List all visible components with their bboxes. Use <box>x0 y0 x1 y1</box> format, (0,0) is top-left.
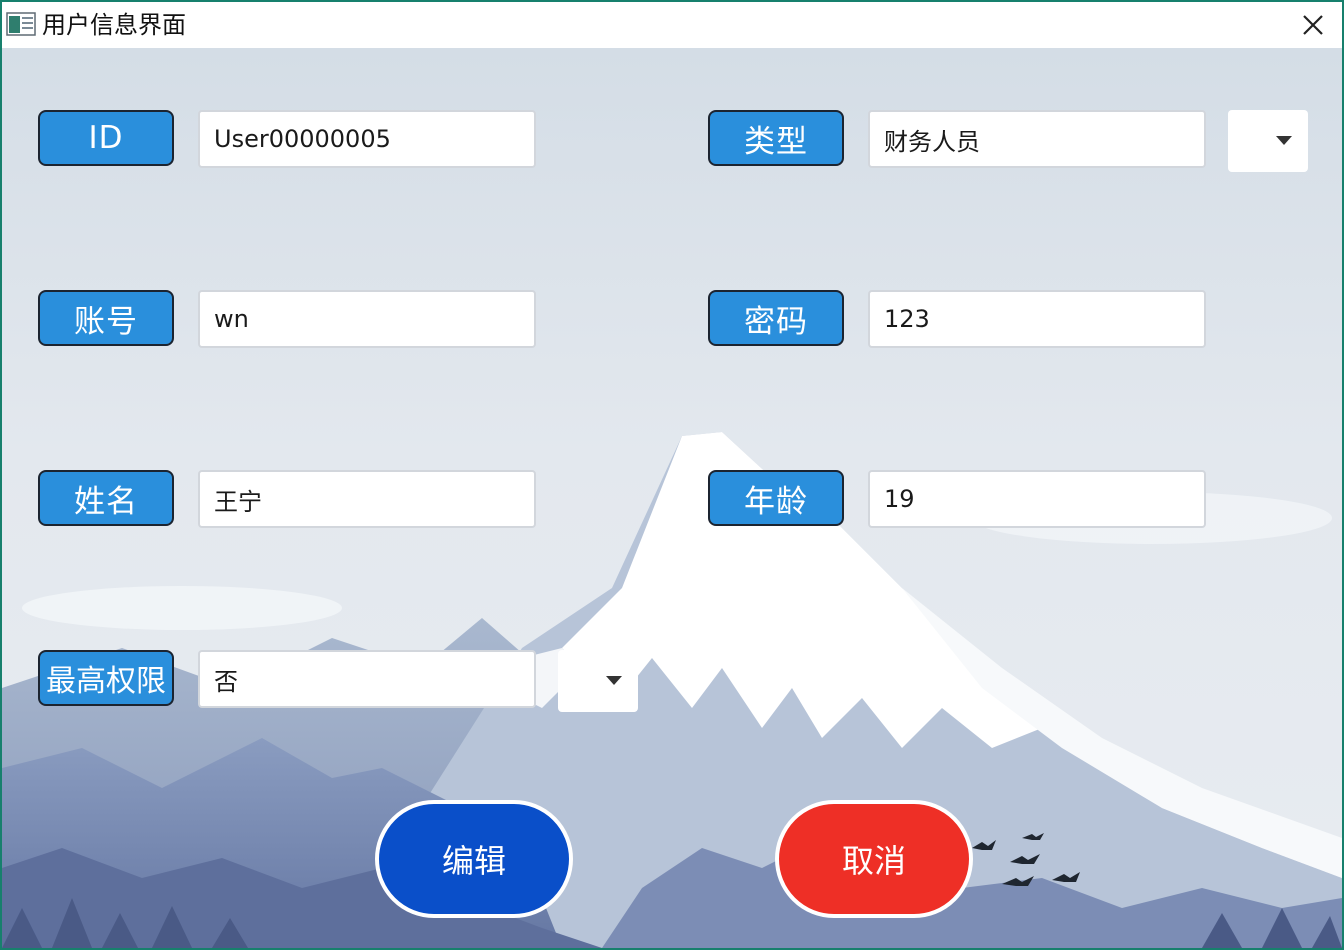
account-label: 账号 <box>38 290 174 346</box>
account-field[interactable]: wn <box>198 290 536 348</box>
id-field[interactable]: User00000005 <box>198 110 536 168</box>
age-field[interactable]: 19 <box>868 470 1206 528</box>
type-field[interactable]: 财务人员 <box>868 110 1206 168</box>
name-field[interactable]: 王宁 <box>198 470 536 528</box>
form-area: ID User00000005 类型 财务人员 账号 wn 密码 123 姓名 … <box>2 48 1342 948</box>
user-info-window: 用户信息界面 ID User00000005 类型 财务人员 账号 wn 密码 … <box>0 0 1344 950</box>
caret-down-icon <box>1276 136 1292 145</box>
password-field[interactable]: 123 <box>868 290 1206 348</box>
cancel-button[interactable]: 取消 <box>775 800 973 918</box>
admin-permission-dropdown-button[interactable] <box>558 650 638 712</box>
type-dropdown-button[interactable] <box>1228 110 1308 172</box>
close-icon[interactable] <box>1300 12 1326 38</box>
password-label: 密码 <box>708 290 844 346</box>
title-bar[interactable]: 用户信息界面 <box>2 2 1342 48</box>
id-label: ID <box>38 110 174 166</box>
app-window-icon <box>6 12 36 36</box>
window-title: 用户信息界面 <box>42 11 186 39</box>
birds-decoration <box>972 833 1080 886</box>
name-label: 姓名 <box>38 470 174 526</box>
edit-button[interactable]: 编辑 <box>375 800 573 918</box>
admin-permission-label: 最高权限 <box>38 650 174 706</box>
admin-permission-field[interactable]: 否 <box>198 650 536 708</box>
age-label: 年龄 <box>708 470 844 526</box>
caret-down-icon <box>606 676 622 685</box>
type-label: 类型 <box>708 110 844 166</box>
